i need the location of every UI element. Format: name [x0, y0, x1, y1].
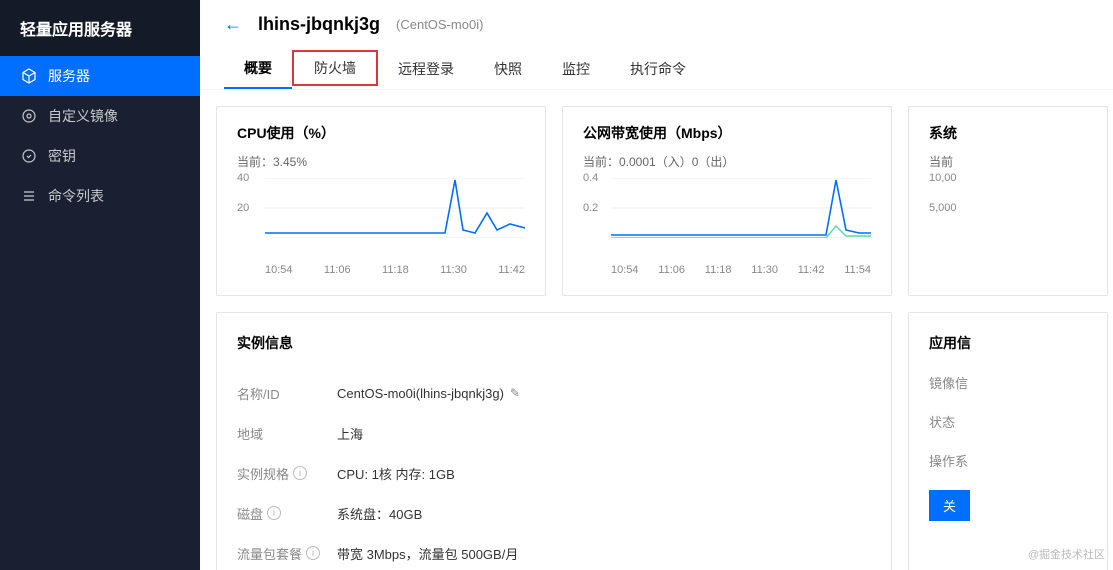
page-header: ← lhins-jbqnkj3g (CentOS-mo0i) — [200, 0, 1113, 48]
charts-row: CPU使用（%） 当前：3.45% 40 20 10:54 11:06 11:1… — [216, 106, 1113, 296]
back-arrow-icon[interactable]: ← — [224, 14, 242, 35]
key-icon — [20, 148, 38, 164]
sys-ytick-1: 10,00 — [929, 172, 957, 184]
cpu-chart-svg — [265, 178, 525, 238]
info-row: 实例信息 名称/ID CentOS-mo0i(lhins-jbqnkj3g) ✎… — [216, 312, 1113, 570]
info-label-disk: 磁盘 i — [237, 504, 337, 523]
cpu-x-0: 10:54 — [265, 264, 293, 276]
system-chart-card: 系统 当前 10,00 5,000 — [908, 106, 1108, 296]
cpu-x-4: 11:42 — [498, 264, 525, 276]
help-icon[interactable]: i — [306, 546, 320, 560]
tab-overview[interactable]: 概要 — [224, 49, 292, 89]
bw-x-4: 11:42 — [798, 264, 825, 276]
sidebar-item-label: 命令列表 — [48, 186, 104, 206]
watermark: @掘金技术社区 — [1028, 546, 1105, 562]
bw-xlabels: 10:54 11:06 11:18 11:30 11:42 11:54 — [611, 264, 871, 276]
tab-exec[interactable]: 执行命令 — [610, 49, 706, 89]
gear-icon — [20, 108, 38, 124]
cpu-ytick-20: 20 — [237, 202, 249, 214]
info-row-spec: 实例规格 i CPU: 1核 内存: 1GB — [237, 453, 871, 493]
sidebar-title: 轻量应用服务器 — [0, 0, 200, 56]
help-icon[interactable]: i — [267, 506, 281, 520]
info-value-region: 上海 — [337, 424, 363, 443]
system-chart: 10,00 5,000 — [929, 178, 969, 258]
app-info-status-label: 状态 — [929, 412, 1107, 431]
page-subtitle: (CentOS-mo0i) — [396, 17, 483, 32]
sidebar: 轻量应用服务器 服务器 自定义镜像 密钥 命令列表 — [0, 0, 200, 570]
tabs: 概要 防火墙 远程登录 快照 监控 执行命令 — [200, 48, 1113, 90]
bandwidth-chart-card: 公网带宽使用（Mbps） 当前：0.0001（入）0（出） 0.4 0.2 10… — [562, 106, 892, 296]
sidebar-item-label: 密钥 — [48, 146, 76, 166]
cpu-chart: 40 20 10:54 11:06 11:18 11:30 11:42 — [237, 178, 525, 258]
bw-x-3: 11:30 — [751, 264, 778, 276]
tab-monitor[interactable]: 监控 — [542, 49, 610, 89]
cube-icon — [20, 68, 38, 84]
app-info-status: 状态 — [929, 412, 1107, 431]
app-info-os-label: 操作系 — [929, 451, 1107, 470]
sidebar-item-label: 自定义镜像 — [48, 106, 118, 126]
app-info-title: 应用信 — [929, 333, 1107, 353]
instance-info-title: 实例信息 — [237, 333, 871, 353]
bw-ytick-02: 0.2 — [583, 202, 598, 214]
app-info-os: 操作系 — [929, 451, 1107, 470]
info-row-name: 名称/ID CentOS-mo0i(lhins-jbqnkj3g) ✎ — [237, 373, 871, 413]
edit-icon[interactable]: ✎ — [510, 386, 520, 400]
info-label-name: 名称/ID — [237, 384, 337, 403]
info-value-bundle: 带宽 3Mbps，流量包 500GB/月 — [337, 544, 518, 563]
bw-x-2: 11:18 — [705, 264, 732, 276]
tab-snapshot[interactable]: 快照 — [474, 49, 542, 89]
info-label-bundle-text: 流量包套餐 — [237, 544, 302, 563]
info-row-disk: 磁盘 i 系统盘：40GB — [237, 493, 871, 533]
info-row-region: 地域 上海 — [237, 413, 871, 453]
cpu-chart-card: CPU使用（%） 当前：3.45% 40 20 10:54 11:06 11:1… — [216, 106, 546, 296]
system-chart-current: 当前 — [929, 153, 1107, 170]
bandwidth-chart-svg — [611, 178, 871, 238]
bandwidth-chart: 0.4 0.2 10:54 11:06 11:18 11:30 — [583, 178, 871, 258]
sys-ytick-2: 5,000 — [929, 202, 957, 214]
sidebar-item-images[interactable]: 自定义镜像 — [0, 96, 200, 136]
info-label-disk-text: 磁盘 — [237, 504, 263, 523]
info-label-region: 地域 — [237, 424, 337, 443]
info-row-bundle: 流量包套餐 i 带宽 3Mbps，流量包 500GB/月 — [237, 533, 871, 570]
bw-x-1: 11:06 — [658, 264, 685, 276]
sidebar-item-label: 服务器 — [48, 66, 90, 86]
cpu-x-3: 11:30 — [440, 264, 467, 276]
info-value-name-text: CentOS-mo0i(lhins-jbqnkj3g) — [337, 386, 504, 401]
bandwidth-chart-title: 公网带宽使用（Mbps） — [583, 123, 871, 143]
app-info-image-label: 镜像信 — [929, 373, 1107, 392]
page-title: lhins-jbqnkj3g — [258, 14, 380, 35]
info-label-bundle: 流量包套餐 i — [237, 544, 337, 563]
app-info-image: 镜像信 — [929, 373, 1107, 392]
instance-info-card: 实例信息 名称/ID CentOS-mo0i(lhins-jbqnkj3g) ✎… — [216, 312, 892, 570]
tab-firewall[interactable]: 防火墙 — [292, 50, 378, 86]
sidebar-item-servers[interactable]: 服务器 — [0, 56, 200, 96]
tab-remote-login[interactable]: 远程登录 — [378, 49, 474, 89]
bw-x-0: 10:54 — [611, 264, 639, 276]
main-content: ← lhins-jbqnkj3g (CentOS-mo0i) 概要 防火墙 远程… — [200, 0, 1113, 570]
sidebar-item-keys[interactable]: 密钥 — [0, 136, 200, 176]
system-chart-title: 系统 — [929, 123, 1107, 143]
info-label-spec-text: 实例规格 — [237, 464, 289, 483]
bandwidth-chart-current: 当前：0.0001（入）0（出） — [583, 153, 871, 170]
cpu-chart-current: 当前：3.45% — [237, 153, 525, 170]
info-value-name: CentOS-mo0i(lhins-jbqnkj3g) ✎ — [337, 386, 520, 401]
cpu-chart-title: CPU使用（%） — [237, 123, 525, 143]
sidebar-item-commands[interactable]: 命令列表 — [0, 176, 200, 216]
bw-ytick-04: 0.4 — [583, 172, 598, 184]
info-label-spec: 实例规格 i — [237, 464, 337, 483]
action-button[interactable]: 关 — [929, 490, 970, 521]
cpu-x-2: 11:18 — [382, 264, 409, 276]
help-icon[interactable]: i — [293, 466, 307, 480]
bw-x-5: 11:54 — [844, 264, 871, 276]
cpu-xlabels: 10:54 11:06 11:18 11:30 11:42 — [265, 264, 525, 276]
app-info-card: 应用信 镜像信 状态 操作系 关 — [908, 312, 1108, 570]
list-icon — [20, 188, 38, 204]
info-value-spec: CPU: 1核 内存: 1GB — [337, 464, 455, 483]
content-area: CPU使用（%） 当前：3.45% 40 20 10:54 11:06 11:1… — [200, 90, 1113, 570]
cpu-x-1: 11:06 — [324, 264, 351, 276]
cpu-ytick-40: 40 — [237, 172, 249, 184]
info-value-disk: 系统盘：40GB — [337, 504, 422, 523]
